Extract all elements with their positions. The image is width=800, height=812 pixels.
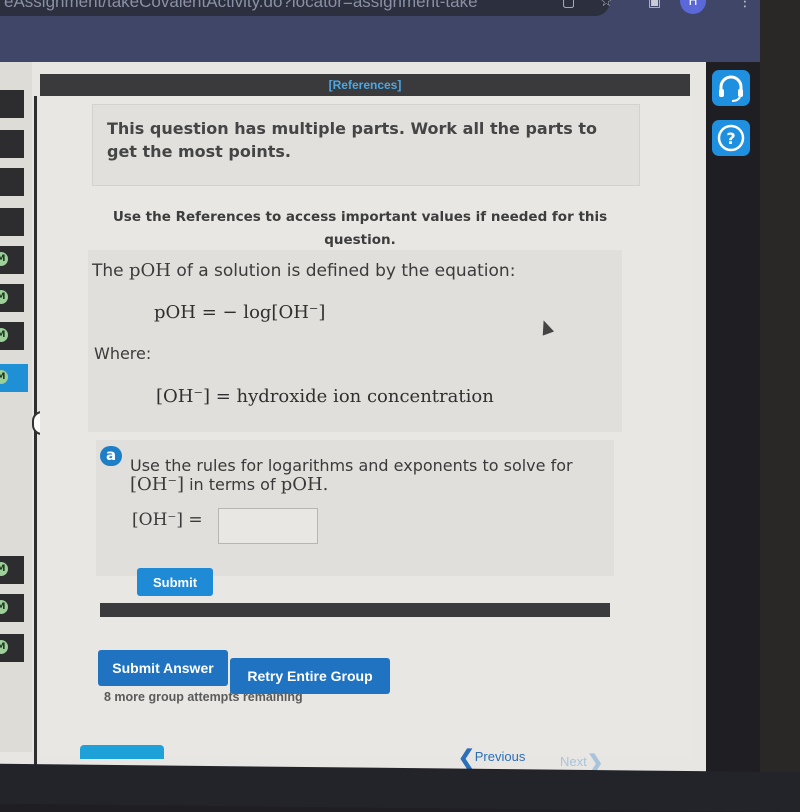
sidebar-item[interactable]	[0, 208, 24, 236]
part-submit-button[interactable]: Submit	[137, 568, 213, 596]
mastery-badge: M	[0, 640, 8, 654]
prompt-math: [OH⁻]	[130, 474, 184, 495]
answer-input[interactable]	[218, 508, 318, 544]
mastery-badge: M	[0, 290, 8, 304]
sidebar-item[interactable]: M	[0, 594, 24, 622]
mastery-badge: M	[0, 252, 8, 266]
references-link[interactable]: [References]	[329, 78, 402, 92]
lead-math: pOH	[129, 260, 172, 281]
sidebar-item[interactable]	[0, 90, 24, 118]
references-bar: [References]	[40, 74, 690, 96]
lead-text: The	[92, 261, 130, 281]
next-label: Next	[560, 753, 587, 769]
section-divider	[100, 603, 610, 617]
support-button[interactable]	[712, 70, 750, 106]
previous-link[interactable]: ❮Previous	[458, 745, 525, 770]
prompt-text: Use the rules for logarithms and exponen…	[130, 456, 573, 475]
help-button[interactable]: ?	[712, 120, 750, 156]
help-glyph: ?	[726, 129, 735, 148]
menu-dots-icon[interactable]: ⋮	[738, 0, 752, 10]
screen-bezel	[760, 0, 800, 800]
retry-group-button[interactable]: Retry Entire Group	[230, 658, 390, 694]
definition-lead: The pOH of a solution is defined by the …	[92, 260, 515, 281]
help-icon: ?	[717, 124, 745, 152]
part-a-box: a Use the rules for logarithms and expon…	[96, 440, 614, 576]
chevron-left-icon: ❮	[458, 747, 475, 769]
mastery-badge: M	[0, 600, 8, 614]
star-icon[interactable]: ☆	[600, 0, 613, 10]
lead-text-end: of a solution is defined by the equation…	[171, 261, 516, 281]
bottom-tab[interactable]	[80, 745, 164, 759]
sidebar-item[interactable]: M	[0, 284, 24, 312]
profile-avatar[interactable]: H	[680, 0, 706, 14]
browser-toolbar: eAssignment/takeCovalentActivity.do?loca…	[0, 0, 760, 62]
sidebar-item[interactable]: M	[0, 246, 24, 274]
copy-icon[interactable]: ▢	[562, 0, 575, 10]
answer-label: [OH⁻] =	[132, 510, 203, 530]
mastery-badge: M	[0, 328, 8, 342]
screen-bottom-bezel	[0, 763, 800, 812]
prompt-math-poh: pOH.	[280, 474, 329, 495]
poh-equation: pOH = − log[OH⁻]	[154, 302, 326, 323]
mastery-badge: M	[0, 562, 8, 576]
mastery-badge: M	[0, 370, 8, 384]
prompt-text-mid: in terms of	[184, 475, 281, 494]
intro-box: This question has multiple parts. Work a…	[92, 104, 640, 186]
url-text[interactable]: eAssignment/takeCovalentActivity.do?loca…	[4, 0, 478, 12]
question-sidebar: M M M M M M M	[0, 62, 32, 752]
attempts-remaining: 8 more group attempts remaining	[104, 690, 303, 704]
definition-box: The pOH of a solution is defined by the …	[88, 250, 622, 432]
sidebar-item-active[interactable]: M	[0, 364, 28, 392]
part-a-badge: a	[100, 446, 122, 466]
headset-icon	[719, 75, 743, 102]
intro-text: This question has multiple parts. Work a…	[107, 119, 597, 161]
submit-answer-button[interactable]: Submit Answer	[98, 650, 228, 686]
sidebar-item[interactable]: M	[0, 556, 24, 584]
extension-icon[interactable]: ▣	[648, 0, 661, 10]
sidebar-item[interactable]	[0, 130, 24, 158]
references-note: Use the References to access important v…	[112, 209, 608, 248]
previous-label: Previous	[474, 748, 526, 764]
hydroxide-definition: [OH⁻] = hydroxide ion concentration	[156, 386, 494, 407]
sidebar-item[interactable]: M	[0, 634, 24, 662]
part-a-prompt: Use the rules for logarithms and exponen…	[130, 456, 600, 494]
where-label: Where:	[94, 344, 152, 363]
sidebar-item[interactable]: M	[0, 322, 24, 350]
sidebar-item[interactable]	[0, 168, 24, 196]
